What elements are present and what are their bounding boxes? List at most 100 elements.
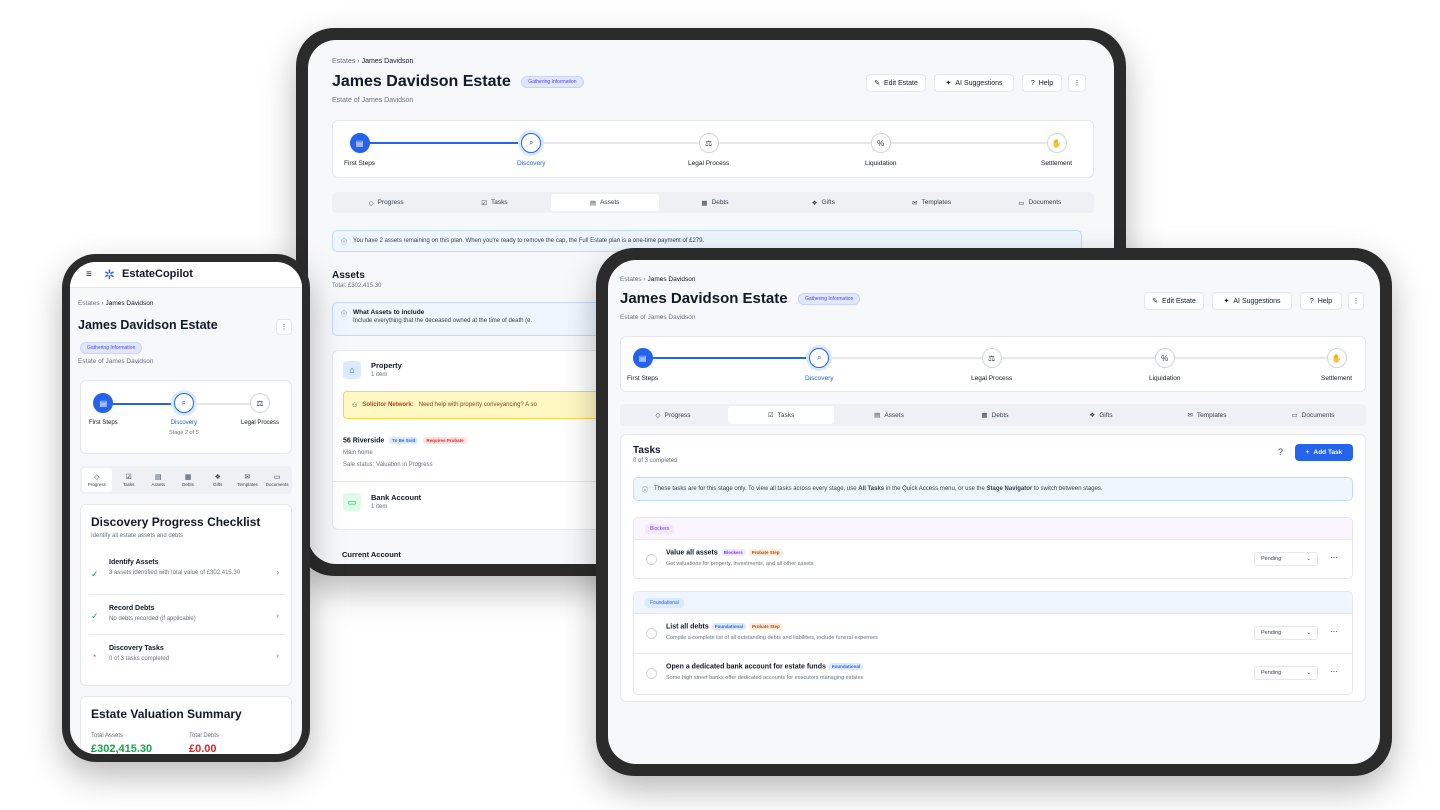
stage-liquidation[interactable]: % Liquidation: [865, 133, 896, 167]
tab-label: Templates: [1196, 411, 1227, 419]
task-row[interactable]: List all debts Foundational Probate Step C…: [634, 614, 1352, 654]
add-task-button[interactable]: + Add Task: [1295, 444, 1353, 461]
breadcrumb: Estates › James Davidson: [620, 276, 696, 283]
edit-estate-label: Edit Estate: [1162, 297, 1196, 305]
tab-templates[interactable]: ✉ Templates: [233, 466, 263, 494]
tab-tasks[interactable]: ☑ Tasks: [114, 466, 144, 494]
more-menu-button[interactable]: ⋮: [1348, 292, 1364, 310]
stage-discovery[interactable]: ⌕ Discovery Stage 2 of 5: [169, 393, 199, 436]
plan-cap-text: You have 2 assets remaining on this plan…: [353, 238, 705, 244]
tab-label: Assets: [600, 199, 620, 206]
stage-first-steps[interactable]: ▤ First Steps: [627, 348, 658, 382]
tab-progress[interactable]: ◇ Progress: [332, 192, 440, 213]
stage-legal-process[interactable]: ⚖ Legal Process: [688, 133, 729, 167]
tab-gifts[interactable]: ❖ Gifts: [1048, 404, 1154, 426]
phone-screen: ≡ ✲ EstateCopilot Estates › James Davids…: [70, 262, 302, 754]
help-icon: ?: [1309, 297, 1314, 305]
edit-estate-button[interactable]: ✎ Edit Estate: [1144, 292, 1204, 310]
tab-documents[interactable]: ▭ Documents: [1260, 404, 1366, 426]
checklist-item-identify-assets[interactable]: ✓ Identify Assets 3 assets identified wi…: [89, 555, 285, 595]
tab-debts[interactable]: ▦ Debts: [942, 404, 1048, 426]
checklist-item-record-debts[interactable]: ✓ Record Debts No debts recorded (if app…: [89, 601, 285, 635]
stage-liquidation[interactable]: % Liquidation: [1149, 348, 1180, 382]
tab-label: Gifts: [213, 482, 223, 487]
task-status-select[interactable]: Pending ⌄: [1254, 626, 1318, 640]
phone-header: ≡ ✲ EstateCopilot: [70, 262, 302, 288]
task-complete-checkbox[interactable]: [646, 628, 657, 639]
stage-navigator-link[interactable]: Stage Navigator: [987, 486, 1033, 492]
more-menu-button[interactable]: ⋮: [1068, 74, 1086, 92]
tab-assets[interactable]: ▤ Assets: [550, 194, 659, 211]
tab-gifts[interactable]: ❖ Gifts: [769, 192, 877, 213]
tab-gifts[interactable]: ❖ Gifts: [203, 466, 233, 494]
tab-debts[interactable]: ▦ Debts: [661, 192, 769, 213]
breadcrumb-root[interactable]: Estates: [78, 300, 100, 307]
stage-discovery[interactable]: ⌕ Discovery: [517, 133, 546, 167]
tab-assets[interactable]: ▤ Assets: [143, 466, 173, 494]
stage-settlement[interactable]: ✋ Settlement: [1041, 133, 1072, 167]
task-row[interactable]: Value all assets Blockers Probate Step Get…: [634, 540, 1352, 578]
task-row[interactable]: Open a dedicated bank account for estate…: [634, 654, 1352, 694]
tab-templates[interactable]: ✉ Templates: [877, 192, 985, 213]
stage-label: Settlement: [1041, 160, 1073, 167]
ai-suggestions-button[interactable]: ✦ AI Suggestions: [1212, 292, 1292, 310]
probate-step-badge: Probate Step: [748, 549, 783, 556]
more-menu-button[interactable]: ⋮: [276, 319, 292, 335]
help-button[interactable]: ? Help: [1300, 292, 1342, 310]
tab-tasks[interactable]: ☑ Tasks: [440, 192, 548, 213]
edit-estate-button[interactable]: ✎ Edit Estate: [866, 74, 926, 92]
stage-label: Settlement: [1321, 375, 1353, 382]
status-badge: Gathering Information: [80, 342, 143, 354]
stage-legal-process[interactable]: ⚖ Legal Process: [971, 348, 1012, 382]
tab-label: Tasks: [122, 482, 135, 487]
breadcrumb-root[interactable]: Estates: [332, 58, 355, 65]
task-complete-checkbox[interactable]: [646, 668, 657, 679]
solicitor-banner: ⚇ Solicitor Network: Need help with proper…: [343, 391, 599, 419]
edit-icon: ✎: [874, 80, 880, 87]
stage-legal-process[interactable]: ⚖ Legal Process: [241, 393, 279, 426]
blockers-group-label: Blockers: [645, 524, 675, 534]
tab-debts[interactable]: ▦ Debts: [173, 466, 203, 494]
current-account-row[interactable]: Current Account: [342, 550, 401, 559]
checklist-item-discovery-tasks[interactable]: ◔ Discovery Tasks 0 of 3 tasks completed…: [89, 641, 285, 675]
percent-icon: %: [870, 133, 891, 153]
more-horizontal-icon[interactable]: ⋯: [1330, 627, 1338, 636]
stage-first-steps[interactable]: ▤ First Steps: [344, 133, 375, 167]
stage-settlement[interactable]: ✋ Settlement: [1321, 348, 1352, 382]
riverside-row[interactable]: 56 Riverside To Be Sold Requires Probate: [343, 437, 467, 444]
status-value: Pending: [1261, 630, 1282, 636]
tab-progress[interactable]: ◇ Progress: [620, 404, 726, 426]
tab-label: Tasks: [491, 199, 508, 206]
checkbox-icon: ☑: [481, 199, 488, 207]
task-name: List all debts: [666, 623, 709, 631]
handshake-icon: ✋: [1326, 348, 1347, 368]
all-tasks-link[interactable]: All Tasks: [858, 486, 884, 492]
menu-icon[interactable]: ≡: [86, 269, 92, 280]
ai-suggestions-label: AI Suggestions: [1233, 297, 1281, 305]
tab-assets[interactable]: ▤ Assets: [836, 404, 942, 426]
stage-first-steps[interactable]: ▤ First Steps: [89, 393, 118, 426]
sparkle-icon: ✦: [945, 80, 952, 87]
info-icon: ⓘ: [341, 312, 348, 318]
stage-discovery[interactable]: ⌕ Discovery: [805, 348, 834, 382]
kebab-icon: ⋮: [1352, 298, 1360, 305]
tab-templates[interactable]: ✉ Templates: [1154, 404, 1260, 426]
task-status-select[interactable]: Pending ⌄: [1254, 552, 1318, 566]
requires-probate-badge: Requires Probate: [423, 437, 467, 444]
tab-documents[interactable]: ▭ Documents: [986, 192, 1094, 213]
task-complete-checkbox[interactable]: [646, 554, 657, 565]
property-card: ⌂ Property 1 item ⚇ Solicitor Network: Nee…: [332, 350, 603, 530]
help-circle-icon[interactable]: ?: [1278, 447, 1283, 457]
task-status-select[interactable]: Pending ⌄: [1254, 666, 1318, 680]
tab-documents[interactable]: ▭ Documents: [262, 466, 292, 494]
group-header: Blockers: [634, 518, 1352, 540]
tab-label: Documents: [1028, 199, 1062, 206]
more-horizontal-icon[interactable]: ⋯: [1330, 667, 1338, 676]
tab-progress[interactable]: ◇ Progress: [82, 468, 112, 492]
tab-tasks[interactable]: ☑ Tasks: [728, 406, 834, 424]
ai-suggestions-button[interactable]: ✦ AI Suggestions: [934, 74, 1014, 92]
to-be-sold-badge: To Be Sold: [389, 437, 419, 444]
more-horizontal-icon[interactable]: ⋯: [1330, 553, 1338, 562]
help-button[interactable]: ? Help: [1022, 74, 1062, 92]
breadcrumb-root[interactable]: Estates: [620, 276, 642, 283]
